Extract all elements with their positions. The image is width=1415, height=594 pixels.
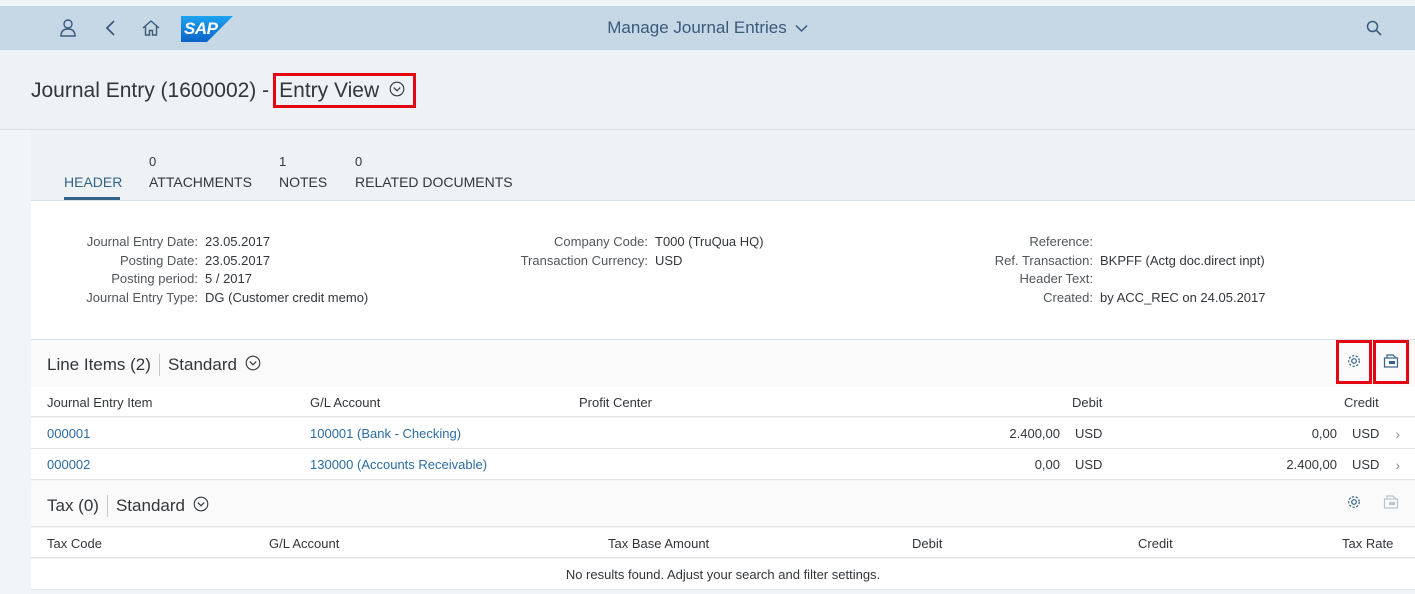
table-row[interactable]: 000002 130000 (Accounts Receivable) 0,00… bbox=[31, 449, 1415, 480]
line-items-title: Line Items (2) bbox=[47, 355, 151, 374]
tax-toolbar: Tax (0) Standard bbox=[31, 481, 1415, 527]
header-fields-col1: Journal Entry Date: 23.05.2017 Posting Da… bbox=[86, 234, 369, 306]
divider bbox=[158, 354, 160, 376]
credit-currency: USD bbox=[1352, 426, 1380, 441]
tax-export-button[interactable] bbox=[1373, 481, 1409, 525]
tab-notes[interactable]: 1 NOTES bbox=[279, 154, 327, 190]
sap-logo-text: SAP bbox=[184, 19, 218, 38]
debit-currency: USD bbox=[1075, 457, 1103, 472]
circle-chevron-down-icon bbox=[245, 355, 261, 376]
column-header[interactable]: Tax Base Amount bbox=[608, 536, 709, 551]
tax-settings-button[interactable] bbox=[1336, 481, 1372, 525]
tab-attachments[interactable]: 0 ATTACHMENTS bbox=[149, 154, 252, 190]
column-header[interactable]: G/L Account bbox=[310, 395, 380, 410]
shell-bar: SAP Manage Journal Entries bbox=[0, 6, 1415, 50]
back-icon[interactable] bbox=[96, 14, 124, 42]
tab-related-documents[interactable]: 0 RELATED DOCUMENTS bbox=[355, 154, 513, 190]
tax-variant-selector[interactable]: Standard bbox=[116, 496, 209, 517]
credit-amount: 0,00 bbox=[1311, 426, 1337, 441]
column-header[interactable]: Credit bbox=[1344, 395, 1379, 410]
header-fields-panel: Journal Entry Date: 23.05.2017 Posting Da… bbox=[31, 201, 1415, 340]
table-row[interactable]: 000001 100001 (Bank - Checking) 2.400,00… bbox=[31, 418, 1415, 449]
page-title: Journal Entry (1600002) - Entry View bbox=[31, 73, 417, 108]
object-header: Journal Entry (1600002) - Entry View bbox=[0, 50, 1415, 130]
app-title-menu[interactable]: Manage Journal Entries bbox=[607, 18, 808, 38]
column-header[interactable]: G/L Account bbox=[269, 536, 339, 551]
object-title: Journal Entry (1600002) - bbox=[31, 78, 270, 102]
chevron-right-icon[interactable]: › bbox=[1395, 457, 1400, 473]
tab-header[interactable]: HEADER bbox=[64, 154, 122, 190]
column-header[interactable]: Tax Rate bbox=[1342, 536, 1393, 551]
export-icon bbox=[1383, 353, 1399, 372]
column-header[interactable]: Tax Code bbox=[47, 536, 102, 551]
tax-empty-message: No results found. Adjust your search and… bbox=[31, 559, 1415, 590]
line-items-variant-selector[interactable]: Standard bbox=[168, 355, 261, 376]
user-icon[interactable] bbox=[54, 14, 82, 42]
debit-amount: 2.400,00 bbox=[1009, 426, 1060, 441]
debit-amount: 0,00 bbox=[1034, 457, 1060, 472]
variant-name: Entry View bbox=[279, 78, 380, 102]
gl-account-link[interactable]: 100001 (Bank - Checking) bbox=[310, 426, 461, 441]
chevron-right-icon[interactable]: › bbox=[1395, 426, 1400, 442]
column-header[interactable]: Journal Entry Item bbox=[47, 395, 153, 410]
chevron-down-icon bbox=[795, 18, 808, 38]
app-title: Manage Journal Entries bbox=[607, 18, 787, 37]
search-icon[interactable] bbox=[1360, 14, 1388, 42]
sap-logo[interactable]: SAP bbox=[181, 16, 233, 42]
credit-amount: 2.400,00 bbox=[1286, 457, 1337, 472]
gear-icon bbox=[1346, 353, 1362, 372]
variant-selector[interactable]: Entry View bbox=[273, 73, 417, 108]
circle-chevron-down-icon bbox=[193, 496, 209, 517]
tab-bar: HEADER 0 ATTACHMENTS 1 NOTES 0 RELATED D… bbox=[31, 130, 1415, 201]
column-header[interactable]: Debit bbox=[912, 536, 942, 551]
line-items-export-button[interactable] bbox=[1373, 340, 1409, 384]
journal-entry-item-link[interactable]: 000002 bbox=[47, 457, 90, 472]
column-header[interactable]: Credit bbox=[1138, 536, 1173, 551]
tab-selected-indicator bbox=[64, 197, 120, 200]
journal-entry-item-link[interactable]: 000001 bbox=[47, 426, 90, 441]
divider bbox=[106, 495, 108, 517]
gl-account-link[interactable]: 130000 (Accounts Receivable) bbox=[310, 457, 487, 472]
line-items-toolbar: Line Items (2) Standard bbox=[31, 340, 1415, 388]
header-fields-col3: Reference: Ref. Transaction: BKPFF (Actg … bbox=[994, 234, 1266, 306]
header-fields-col2: Company Code: T000 (TruQua HQ) Transactio… bbox=[520, 234, 764, 268]
circle-chevron-down-icon bbox=[389, 79, 405, 103]
export-icon bbox=[1383, 494, 1399, 513]
column-header[interactable]: Profit Center bbox=[579, 395, 652, 410]
tax-table-header: Tax Code G/L Account Tax Base Amount Deb… bbox=[31, 528, 1415, 558]
column-header[interactable]: Debit bbox=[1072, 395, 1102, 410]
tax-title: Tax (0) bbox=[47, 496, 99, 515]
line-items-settings-button[interactable] bbox=[1336, 340, 1372, 384]
gear-icon bbox=[1346, 494, 1362, 513]
home-icon[interactable] bbox=[137, 14, 165, 42]
debit-currency: USD bbox=[1075, 426, 1103, 441]
line-items-table-header: Journal Entry Item G/L Account Profit Ce… bbox=[31, 387, 1415, 417]
credit-currency: USD bbox=[1352, 457, 1380, 472]
